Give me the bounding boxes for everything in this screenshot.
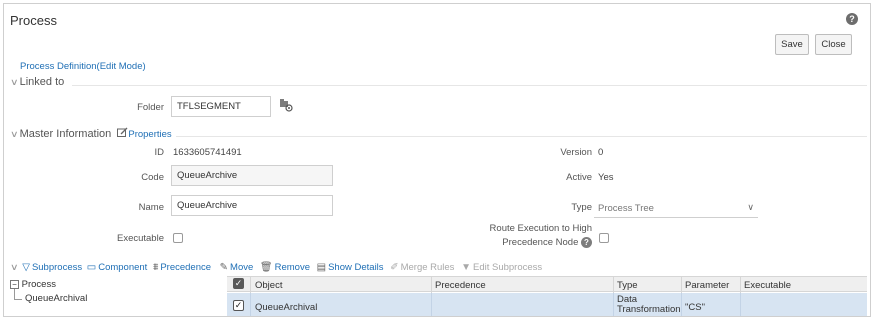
save-button[interactable]: Save (775, 34, 809, 55)
collapse-icon[interactable]: − (10, 279, 19, 289)
row-checkbox[interactable]: ✓ (233, 300, 244, 311)
chevron-down-icon[interactable]: ∨ (10, 129, 19, 140)
row-type-line2: Transformation (617, 304, 681, 315)
column-divider (431, 293, 432, 316)
edit-subprocess-button[interactable]: ▼ Edit Subprocess (461, 262, 542, 273)
chevron-down-icon: ∨ (747, 202, 754, 212)
tree-root-label: Process (21, 279, 56, 290)
executable-label: Executable (116, 233, 164, 244)
active-label: Active (566, 172, 592, 183)
tree-root-item[interactable]: − Process (10, 279, 56, 290)
name-field[interactable]: QueueArchive (171, 195, 333, 216)
subprocess-button[interactable]: ▽ Subprocess (22, 262, 82, 273)
filter-icon: ▽ (22, 262, 30, 273)
divider (176, 136, 867, 137)
close-button[interactable]: Close (815, 34, 852, 55)
table-row[interactable] (227, 293, 867, 316)
column-header-executable[interactable]: Executable (744, 280, 791, 291)
column-header-object[interactable]: Object (255, 280, 282, 291)
version-value: 0 (598, 147, 604, 158)
route-execution-checkbox[interactable] (599, 233, 609, 243)
column-divider (250, 293, 251, 316)
column-divider (681, 293, 682, 316)
id-label: ID (154, 147, 165, 158)
route-label-line2: Precedence Node (502, 237, 579, 249)
column-header-precedence[interactable]: Precedence (435, 280, 486, 291)
edit-icon: ✎ (219, 262, 229, 273)
folder-browse-icon[interactable] (279, 98, 293, 112)
trash-icon: 🗑 (259, 262, 273, 273)
type-select-value: Process Tree (598, 203, 654, 214)
executable-checkbox[interactable] (173, 233, 183, 243)
column-header-type[interactable]: Type (617, 280, 638, 291)
chevron-down-icon[interactable]: ∨ (10, 77, 19, 88)
precedence-icon: ⩩ (152, 262, 159, 273)
folder-label: Folder (137, 102, 164, 113)
name-label: Name (138, 202, 164, 213)
linked-to-label: Linked to (19, 76, 65, 88)
help-icon[interactable]: ? (846, 13, 858, 25)
type-select[interactable]: Process Tree ∨ (594, 197, 758, 218)
column-header-parameter[interactable]: Parameter (685, 280, 729, 291)
help-icon[interactable]: ? (581, 237, 592, 248)
move-button[interactable]: ✎ Move (220, 262, 254, 273)
type-label: Type (571, 202, 592, 213)
properties-link[interactable]: Properties (128, 129, 171, 140)
master-info-label: Master Information (19, 128, 112, 140)
route-execution-label: Route Execution to High Precedence Node … (444, 223, 592, 248)
subprocess-toolbar: ∨ ▽ Subprocess ▭ Component ⩩ Precedence ✎ Mo… (10, 262, 542, 273)
select-all-checkbox[interactable]: ✓ (233, 278, 244, 289)
divider (72, 85, 867, 86)
pencil-icon: ✐ (390, 262, 399, 273)
edit-subprocess-icon: ▼ (461, 262, 471, 273)
route-label-line1: Route Execution to High (489, 223, 592, 234)
component-button[interactable]: ▭ Component (87, 262, 148, 273)
merge-rules-button[interactable]: ✐ Merge Rules (390, 262, 454, 273)
properties-icon (117, 127, 128, 140)
window-title: Process (10, 13, 57, 28)
active-value: Yes (598, 172, 614, 183)
details-icon: ▤ (316, 262, 327, 273)
column-divider (740, 293, 741, 316)
folder-field[interactable]: TFLSEGMENT (171, 96, 271, 117)
id-value: 1633605741491 (173, 147, 242, 158)
linked-to-section[interactable]: ∨Linked to (10, 76, 65, 88)
show-details-button[interactable]: ▤ Show Details (317, 262, 384, 273)
tree-child-item[interactable]: QueueArchival (25, 293, 87, 304)
version-label: Version (560, 147, 592, 158)
column-divider (613, 293, 614, 316)
row-object: QueueArchival (255, 302, 318, 313)
process-window: Process ? Save Close Process Definition(… (3, 3, 871, 317)
row-type: Data Transformation (617, 295, 681, 315)
code-field[interactable]: QueueArchive (171, 165, 333, 186)
mode-label: Process Definition(Edit Mode) (20, 61, 146, 72)
remove-button[interactable]: 🗑 Remove (260, 262, 310, 273)
row-parameter: "CS" (685, 302, 705, 313)
master-info-section[interactable]: ∨Master Information Properties (10, 127, 172, 140)
component-icon: ▭ (86, 262, 97, 273)
precedence-button[interactable]: ⩩ Precedence (153, 262, 211, 273)
tree-connector (14, 299, 22, 300)
chevron-down-icon[interactable]: ∨ (10, 262, 19, 273)
code-label: Code (141, 172, 164, 183)
